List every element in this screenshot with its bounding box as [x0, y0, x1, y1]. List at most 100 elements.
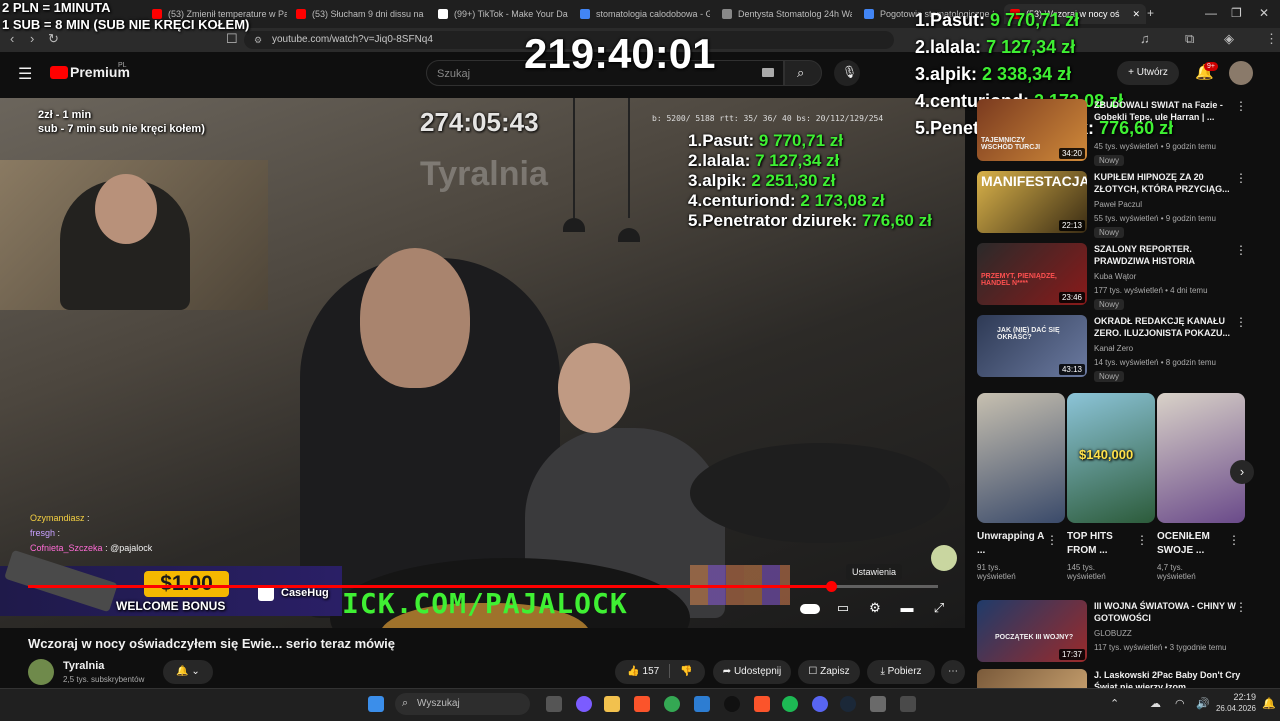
- more-icon[interactable]: ⋮: [1235, 171, 1247, 185]
- rec-item[interactable]: MANIFESTACJA 22:13 KUPIŁEM HIPNOZĘ ZA 20…: [977, 171, 1277, 238]
- rec-item[interactable]: POCZĄTEK III WOJNY? 17:37 III WOJNA ŚWIA…: [977, 600, 1277, 666]
- app-icon[interactable]: [724, 696, 740, 712]
- channel-avatar[interactable]: [28, 659, 54, 685]
- steam-icon[interactable]: [840, 696, 856, 712]
- rec-thumbnail[interactable]: POCZĄTEK III WOJNY? 17:37: [977, 600, 1087, 662]
- minimize-icon[interactable]: —: [1205, 6, 1217, 20]
- rec-thumbnail[interactable]: [977, 669, 1087, 688]
- wifi-icon[interactable]: ◠: [1175, 697, 1185, 710]
- rec-title[interactable]: J. Laskowski 2Pac Baby Don't Cry Świat n…: [1094, 669, 1244, 688]
- file-explorer-icon[interactable]: [604, 696, 620, 712]
- bookmark-icon[interactable]: ☐: [226, 31, 238, 47]
- more-actions-button[interactable]: ⋯: [941, 660, 965, 684]
- forward-icon[interactable]: ›: [30, 31, 34, 46]
- rec-thumbnail[interactable]: JAK (NIE) DAĆ SIĘ OKRAŚĆ? 43:13: [977, 315, 1087, 377]
- menu-icon[interactable]: ⋮: [1265, 31, 1278, 47]
- keyboard-icon[interactable]: [762, 68, 774, 77]
- mic-button[interactable]: 🎙: [834, 60, 860, 86]
- rec-channel[interactable]: GLOBUZZ: [1094, 629, 1132, 638]
- chevron-up-icon[interactable]: ⌃: [1110, 697, 1119, 710]
- short-title[interactable]: Unwrapping A ...: [977, 530, 1047, 558]
- close-window-icon[interactable]: ✕: [1259, 6, 1269, 20]
- rec-channel[interactable]: Kuba Wątor: [1094, 272, 1136, 281]
- short-thumbnail[interactable]: [977, 393, 1065, 523]
- chrome-icon[interactable]: [664, 696, 680, 712]
- video-title: Wczoraj w nocy oświadczyłem się Ewie... …: [28, 636, 396, 651]
- maximize-icon[interactable]: ❐: [1231, 6, 1242, 20]
- search-button[interactable]: ⌕: [784, 60, 822, 86]
- reload-icon[interactable]: ↻: [48, 31, 59, 47]
- subtitles-icon[interactable]: ▭: [830, 597, 856, 619]
- spotify-icon[interactable]: [782, 696, 798, 712]
- rec-title[interactable]: KUPIŁEM HIPNOZĘ ZA 20 ZŁOTYCH, KTÓRA PRZ…: [1094, 171, 1244, 195]
- discord-icon[interactable]: [812, 696, 828, 712]
- chat-message: Cofnieta_Szczeka : @pajalock: [30, 543, 153, 553]
- more-icon[interactable]: ⋮: [1228, 533, 1240, 547]
- rec-title[interactable]: SZALONY REPORTER. PRAWDZIWA HISTORIA: [1094, 243, 1244, 267]
- channel-name[interactable]: Tyralnia: [63, 660, 104, 672]
- more-icon[interactable]: ⋮: [1046, 533, 1058, 547]
- shield-icon[interactable]: ◈: [1224, 31, 1234, 47]
- rec-thumbnail[interactable]: TAJEMNICZY WSCHÓD TURCJI 34:20: [977, 99, 1087, 161]
- share-button[interactable]: ➦ Udostępnij: [713, 660, 791, 684]
- autoplay-toggle[interactable]: [797, 597, 823, 619]
- download-button[interactable]: ⤓ Pobierz: [867, 660, 935, 684]
- settings-icon[interactable]: ⚙: [862, 597, 888, 619]
- rec-title[interactable]: ZBUDOWALI SWIAT na Fazie - Gobekli Tepe,…: [1094, 99, 1244, 123]
- youtube-logo-icon[interactable]: [50, 66, 68, 79]
- back-icon[interactable]: ‹: [10, 31, 14, 46]
- tab-4[interactable]: stomatologia calodobowa - Go: [580, 4, 710, 24]
- rec-title[interactable]: III WOJNA ŚWIATOWA - CHINY W GOTOWOŚCI: [1094, 600, 1244, 624]
- short-title[interactable]: OCENIŁEM SWOJE ...: [1157, 530, 1227, 558]
- windows-start-icon[interactable]: [368, 696, 384, 712]
- taskbar-time[interactable]: 22:19: [1222, 692, 1256, 702]
- rec-item[interactable]: JAK (NIE) DAĆ SIĘ OKRAŚĆ? 43:13 OKRADŁ R…: [977, 315, 1277, 382]
- hamburger-icon[interactable]: ☰: [18, 64, 32, 84]
- save-button[interactable]: ☐ Zapisz: [798, 660, 860, 684]
- rec-channel[interactable]: Kanał Zero: [1094, 344, 1133, 353]
- new-badge: Nowy: [1094, 299, 1125, 310]
- fullscreen-icon[interactable]: ⤢: [926, 597, 952, 619]
- rec-channel[interactable]: Paweł Paczul: [1094, 200, 1142, 209]
- rec-item[interactable]: TAJEMNICZY WSCHÓD TURCJI 34:20 ZBUDOWALI…: [977, 99, 1277, 166]
- more-icon[interactable]: ⋮: [1235, 99, 1247, 113]
- rec-thumbnail[interactable]: PRZEMYT, PIENIĄDZE, HANDEL N**** 23:46: [977, 243, 1087, 305]
- theater-icon[interactable]: ▬: [894, 597, 920, 619]
- tab-2[interactable]: (53) Słucham 9 dni dissu na rał: [296, 4, 426, 24]
- chevron-right-icon[interactable]: ›: [1230, 460, 1254, 484]
- tab-5[interactable]: Dentysta Stomatolog 24h Wars: [722, 4, 852, 24]
- rec-thumbnail[interactable]: MANIFESTACJA 22:13: [977, 171, 1087, 233]
- short-thumbnail[interactable]: [1157, 393, 1245, 523]
- rec-meta: 45 tys. wyświetleń • 9 godzin temu: [1094, 142, 1216, 151]
- short-title[interactable]: TOP HITS FROM ...: [1067, 530, 1137, 558]
- site-info-icon[interactable]: ⚙: [254, 35, 262, 46]
- extension-icon[interactable]: ⧉: [1185, 31, 1194, 47]
- vlb-row-2: 2.lalala: 7 127,34 zł: [688, 151, 840, 170]
- store-icon[interactable]: [694, 696, 710, 712]
- tab-3[interactable]: (99+) TikTok - Make Your Day: [438, 4, 568, 24]
- short-thumbnail[interactable]: $140,000: [1067, 393, 1155, 523]
- rec-meta: 55 tys. wyświetleń • 9 godzin temu: [1094, 214, 1216, 223]
- rec-item[interactable]: PRZEMYT, PIENIĄDZE, HANDEL N**** 23:46 S…: [977, 243, 1277, 310]
- calculator-icon[interactable]: [900, 696, 916, 712]
- like-button[interactable]: 👍 157 👎: [615, 660, 705, 684]
- duration: 43:13: [1058, 364, 1085, 375]
- scrubber-handle[interactable]: [826, 581, 837, 592]
- taskbar-search[interactable]: Wyszukaj: [395, 693, 530, 715]
- avatar[interactable]: [1229, 61, 1253, 85]
- copilot-icon[interactable]: [576, 696, 592, 712]
- more-icon[interactable]: ⋮: [1235, 243, 1247, 257]
- channel-watermark-icon[interactable]: [931, 545, 957, 571]
- taskbar-date[interactable]: 26.04.2026: [1202, 704, 1256, 713]
- task-view-icon[interactable]: [546, 696, 562, 712]
- notification-icon[interactable]: 🔔: [1262, 697, 1276, 710]
- brave-icon[interactable]: [754, 696, 770, 712]
- settings-icon[interactable]: [870, 696, 886, 712]
- rec-title[interactable]: OKRADŁ REDAKCJĘ KANAŁU ZERO. ILUZJONISTA…: [1094, 315, 1244, 339]
- more-icon[interactable]: ⋮: [1136, 533, 1148, 547]
- cloud-icon[interactable]: ☁: [1150, 697, 1161, 710]
- brave-icon[interactable]: [634, 696, 650, 712]
- more-icon[interactable]: ⋮: [1235, 315, 1247, 329]
- subscribe-bell-button[interactable]: 🔔 ⌄: [163, 660, 213, 684]
- more-icon[interactable]: ⋮: [1235, 600, 1247, 614]
